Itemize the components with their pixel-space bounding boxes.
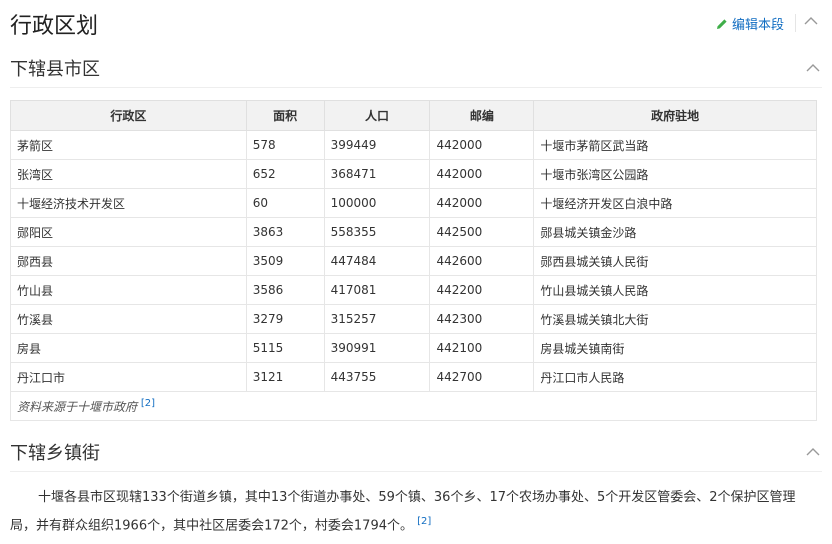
table-row: 郧西县 3509 447484 442600 郧西县城关镇人民街 xyxy=(10,246,817,276)
table-row: 丹江口市 3121 443755 442700 丹江口市人民路 xyxy=(10,362,817,392)
table-cell: 竹山县 xyxy=(10,275,247,305)
table-cell: 3509 xyxy=(245,246,325,276)
table-cell: 茅箭区 xyxy=(10,130,247,160)
chevron-up-icon[interactable] xyxy=(804,59,822,77)
table-cell: 442500 xyxy=(429,217,535,247)
table-row: 十堰经济技术开发区 60 100000 442000 十堰经济开发区白浪中路 xyxy=(10,188,817,218)
table-cell: 442600 xyxy=(429,246,535,276)
districts-table: 行政区 面积 人口 邮编 政府驻地 茅箭区 578 399449 442000 … xyxy=(10,100,817,421)
table-cell: 443755 xyxy=(323,362,431,392)
edit-section-label: 编辑本段 xyxy=(731,18,784,33)
page-title: 行政区划 xyxy=(10,14,99,39)
table-row: 郧阳区 3863 558355 442500 郧县城关镇金沙路 xyxy=(10,217,817,247)
divider xyxy=(795,14,796,32)
reference-link[interactable]: [2] xyxy=(417,516,431,527)
reference-link[interactable]: [2] xyxy=(141,398,155,409)
table-cell: 315257 xyxy=(323,304,431,334)
table-cell: 十堰经济技术开发区 xyxy=(10,188,247,218)
column-header: 邮编 xyxy=(429,100,535,131)
source-text: 资料来源于十堰市政府 xyxy=(17,399,138,414)
table-cell: 399449 xyxy=(323,130,431,160)
table-cell: 442000 xyxy=(429,159,535,189)
table-row: 房县 5115 390991 442100 房县城关镇南街 xyxy=(10,333,817,363)
chevron-up-icon[interactable] xyxy=(804,443,822,461)
table-cell: 390991 xyxy=(323,333,431,363)
table-cell: 竹山县城关镇人民路 xyxy=(533,275,817,305)
table-cell: 417081 xyxy=(323,275,431,305)
pencil-icon xyxy=(716,18,727,29)
table-cell: 60 xyxy=(245,188,325,218)
table-cell: 十堰市茅箭区武当路 xyxy=(533,130,817,160)
table-cell: 张湾区 xyxy=(10,159,247,189)
column-header: 政府驻地 xyxy=(533,100,817,131)
edit-section-link[interactable]: 编辑本段 xyxy=(716,14,784,33)
subsection-title: 下辖乡镇街 xyxy=(10,443,100,464)
table-cell: 442000 xyxy=(429,188,535,218)
table-cell: 3121 xyxy=(245,362,325,392)
table-cell: 竹溪县 xyxy=(10,304,247,334)
divider xyxy=(10,87,822,88)
table-cell: 3863 xyxy=(245,217,325,247)
table-row: 张湾区 652 368471 442000 十堰市张湾区公园路 xyxy=(10,159,817,189)
table-cell: 房县城关镇南街 xyxy=(533,333,817,363)
chevron-up-icon[interactable] xyxy=(802,12,820,30)
column-header: 面积 xyxy=(245,100,325,131)
page: 行政区划 编辑本段 下辖县市区 行政区 面积 人口 邮编 政府驻地 茅箭区 57… xyxy=(0,0,832,544)
table-row: 竹山县 3586 417081 442200 竹山县城关镇人民路 xyxy=(10,275,817,305)
table-row: 竹溪县 3279 315257 442300 竹溪县城关镇北大街 xyxy=(10,304,817,334)
divider xyxy=(10,471,822,472)
table-cell: 442100 xyxy=(429,333,535,363)
table-cell: 578 xyxy=(245,130,325,160)
table-cell: 3586 xyxy=(245,275,325,305)
table-cell: 郧县城关镇金沙路 xyxy=(533,217,817,247)
table-cell: 368471 xyxy=(323,159,431,189)
table-row: 茅箭区 578 399449 442000 十堰市茅箭区武当路 xyxy=(10,130,817,160)
table-cell: 442200 xyxy=(429,275,535,305)
section-header: 行政区划 编辑本段 xyxy=(10,8,822,40)
towns-paragraph: 十堰各县市区现辖133个街道乡镇，其中13个街道办事处、59个镇、36个乡、17… xyxy=(10,486,816,538)
table-cell: 丹江口市 xyxy=(10,362,247,392)
table-cell: 442000 xyxy=(429,130,535,160)
table-cell: 5115 xyxy=(245,333,325,363)
subsection-header-towns: 下辖乡镇街 xyxy=(10,439,822,472)
table-cell: 竹溪县城关镇北大街 xyxy=(533,304,817,334)
table-cell: 652 xyxy=(245,159,325,189)
table-cell: 3279 xyxy=(245,304,325,334)
table-cell: 447484 xyxy=(323,246,431,276)
table-header-row: 行政区 面积 人口 邮编 政府驻地 xyxy=(10,100,817,131)
subsection-title: 下辖县市区 xyxy=(10,59,100,80)
table-cell: 558355 xyxy=(323,217,431,247)
table-source-row: 资料来源于十堰市政府 [2] xyxy=(10,391,817,421)
table-cell: 442300 xyxy=(429,304,535,334)
table-cell: 十堰市张湾区公园路 xyxy=(533,159,817,189)
table-cell: 郧阳区 xyxy=(10,217,247,247)
table-cell: 郧西县城关镇人民街 xyxy=(533,246,817,276)
table-cell: 100000 xyxy=(323,188,431,218)
table-cell: 郧西县 xyxy=(10,246,247,276)
source-note: 资料来源于十堰市政府 [2] xyxy=(10,391,817,421)
table-cell: 丹江口市人民路 xyxy=(533,362,817,392)
paragraph-text: 十堰各县市区现辖133个街道乡镇，其中13个街道办事处、59个镇、36个乡、17… xyxy=(10,490,796,534)
column-header: 行政区 xyxy=(10,100,247,131)
column-header: 人口 xyxy=(323,100,431,131)
table-cell: 十堰经济开发区白浪中路 xyxy=(533,188,817,218)
table-cell: 房县 xyxy=(10,333,247,363)
subsection-header-districts: 下辖县市区 xyxy=(10,55,822,88)
table-cell: 442700 xyxy=(429,362,535,392)
